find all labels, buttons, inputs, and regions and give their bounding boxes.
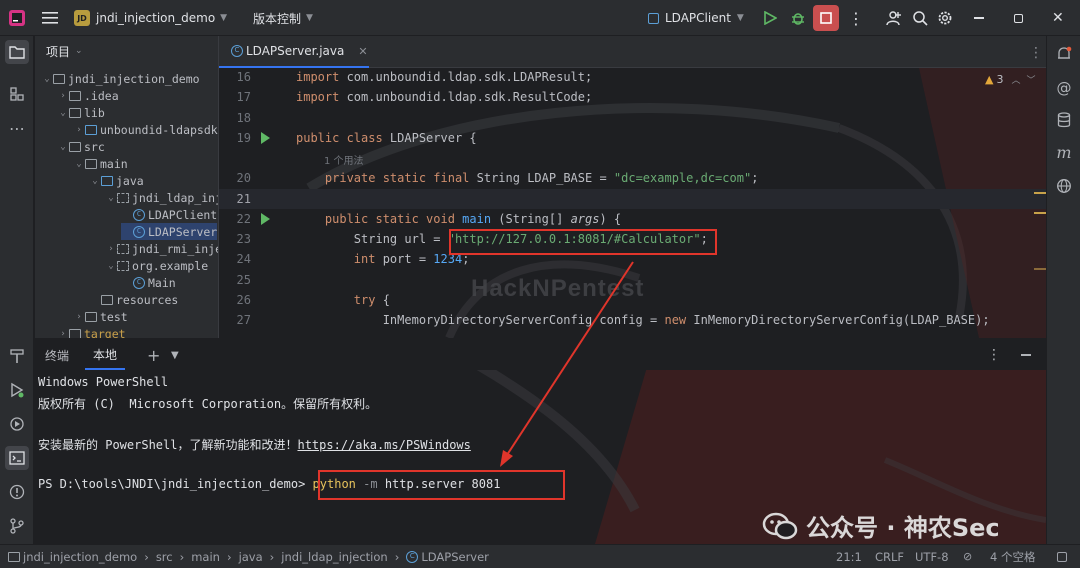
- status-bar: jndi_injection_demo › src › main › java › jndi_l…: [0, 544, 1080, 568]
- breadcrumb-item[interactable]: main: [191, 550, 220, 564]
- breadcrumb: jndi_injection_demo › src › main › java › jndi_l…: [8, 550, 489, 564]
- annotation-arrow: [500, 261, 634, 467]
- breadcrumb-item[interactable]: java: [239, 550, 263, 564]
- breadcrumb-separator-icon: ›: [269, 549, 275, 564]
- breadcrumb-separator-icon: ›: [144, 549, 149, 564]
- wechat-logo-icon: [762, 512, 798, 539]
- breadcrumb-separator-icon: ›: [394, 549, 400, 564]
- file-encoding[interactable]: UTF-8: [915, 550, 949, 564]
- breadcrumb-item[interactable]: jndi_ldap_injection: [281, 550, 387, 564]
- breadcrumb-item[interactable]: LDAPServer: [421, 550, 489, 564]
- folder-icon: [8, 551, 20, 562]
- breadcrumb-separator-icon: ›: [226, 549, 232, 564]
- file-lock-icon[interactable]: [1057, 551, 1067, 562]
- java-class-icon: C: [406, 550, 419, 563]
- line-separator[interactable]: CRLF: [875, 550, 904, 564]
- caret-position[interactable]: 21:1: [836, 550, 862, 564]
- readonly-toggle-icon[interactable]: ⊘: [963, 550, 972, 563]
- indent-setting[interactable]: 4 个空格: [990, 549, 1035, 565]
- watermark-text: 公众号 · 神农Sec: [806, 514, 1000, 542]
- breadcrumb-separator-icon: ›: [179, 549, 185, 564]
- wechat-watermark: 公众号 · 神农Sec: [762, 508, 1000, 543]
- breadcrumb-item[interactable]: src: [156, 550, 173, 564]
- breadcrumb-item[interactable]: jndi_injection_demo: [23, 550, 137, 564]
